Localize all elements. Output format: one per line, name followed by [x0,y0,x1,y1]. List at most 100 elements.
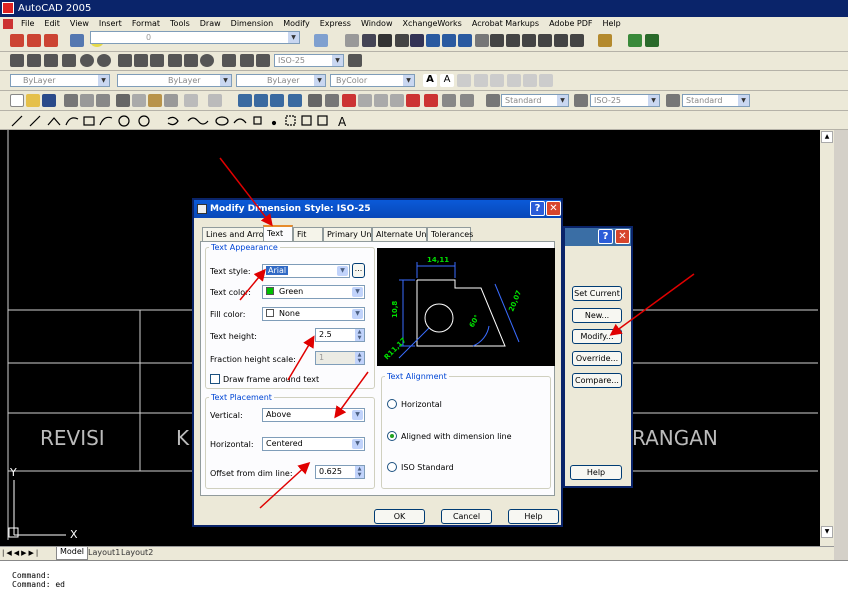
dimstyle-combo[interactable]: ISO-25 ▼ [274,54,344,67]
offset-spinner[interactable]: 0.625 ▲ ▼ [315,465,365,479]
dim-style-combo[interactable]: ISO-25 ▼ [590,94,660,107]
text-height-spinner[interactable]: 2.5 ▲ ▼ [315,328,365,342]
single-line-text-icon[interactable]: A [440,74,454,87]
dim-style-icon[interactable] [574,94,588,107]
menu-adobe-pdf[interactable]: Adobe PDF [544,17,597,31]
menu-xchangeworks[interactable]: XchangeWorks [398,17,467,31]
leader-icon[interactable] [168,54,182,67]
zoom-previous-icon[interactable] [288,94,302,107]
vertical-scrollbar[interactable]: ▲ ▼ [820,130,834,546]
menu-help[interactable]: Help [598,17,626,31]
tab-alternate-units[interactable]: Alternate Units [372,227,436,241]
scale-text-icon[interactable] [507,74,521,87]
edit-text-icon[interactable] [457,74,471,87]
text-style-combo[interactable]: Standard ▼ [501,94,569,107]
aligned-dim-icon[interactable] [27,54,41,67]
tab-tolerances[interactable]: Tolerances [427,227,473,241]
properties-icon[interactable] [308,94,322,107]
tab-lines-and-arrows[interactable]: Lines and Arrows [202,227,274,241]
text-color-select[interactable]: Green ▼ [262,285,365,299]
align-with-dim-line-radio[interactable] [387,431,397,441]
pdf-icon[interactable] [44,34,58,47]
table-style-combo[interactable]: Standard ▼ [682,94,750,107]
help-icon[interactable] [406,94,420,107]
layer-tools-icon[interactable] [460,94,474,107]
block-icon[interactable] [395,34,409,47]
fillet-icon[interactable] [554,34,568,47]
draw-frame-checkbox[interactable] [210,374,220,384]
stretch-icon[interactable] [475,34,489,47]
save-icon[interactable] [42,94,56,107]
convert-distance-icon[interactable] [539,74,553,87]
autocad-web-icon[interactable] [424,94,438,107]
hatch-icon[interactable] [378,34,392,47]
express-icon[interactable] [442,94,456,107]
trim-icon[interactable] [490,34,504,47]
menu-dimension[interactable]: Dimension [226,17,279,31]
menu-format[interactable]: Format [127,17,165,31]
print-preview-icon[interactable] [80,94,94,107]
linetype-combo[interactable]: ByLayer ▼ [117,74,232,87]
align-iso-standard-radio[interactable] [387,462,397,472]
diameter-dim-icon[interactable] [97,54,111,67]
compare-styles-button[interactable]: Compare... [572,373,622,388]
close-caption-button[interactable]: ✕ [615,229,630,244]
magic-wand-icon[interactable] [598,34,612,47]
undo-icon[interactable] [184,94,198,107]
pan-icon[interactable] [238,94,252,107]
menu-express[interactable]: Express [315,17,356,31]
tab-model[interactable]: Model [56,547,89,560]
tab-fit[interactable]: Fit [293,227,323,241]
help-button[interactable]: Help [508,509,559,524]
zoom-realtime-icon[interactable] [254,94,268,107]
tab-primary-units[interactable]: Primary Units [323,227,381,241]
print-icon[interactable] [64,94,78,107]
find-text-icon[interactable] [474,74,488,87]
explode-icon[interactable] [570,34,584,47]
layer-manager-icon[interactable] [70,34,84,47]
quick-dim-icon[interactable] [150,54,164,67]
arc-length-icon[interactable] [44,54,58,67]
ordinate-dim-icon[interactable] [62,54,76,67]
publish-icon[interactable] [96,94,110,107]
pdf-icon[interactable] [10,34,24,47]
pencil-icon[interactable] [345,34,359,47]
dim-edit-icon[interactable] [222,54,236,67]
modify-style-button[interactable]: Modify... [572,329,622,344]
move-icon[interactable] [426,34,440,47]
document-icon[interactable] [3,19,13,29]
tab-navigation-arrows[interactable]: |◀◀▶▶| [2,549,40,557]
zoom-window-icon[interactable] [270,94,284,107]
radius-dim-icon[interactable] [80,54,94,67]
multiline-text-icon[interactable]: A [423,74,437,87]
fraction-height-spinner[interactable]: 1 ▲ ▼ [315,351,365,365]
dim-update-icon[interactable] [256,54,270,67]
set-current-button[interactable]: Set Current [572,286,622,301]
dim-style-icon[interactable] [348,54,362,67]
justify-text-icon[interactable] [523,74,537,87]
rotate-icon[interactable] [442,34,456,47]
menu-window[interactable]: Window [356,17,398,31]
cancel-button[interactable]: Cancel [441,509,492,524]
align-horizontal-radio[interactable] [387,399,397,409]
text-style-browse-button[interactable]: ... [352,263,365,278]
text-style-icon[interactable] [486,94,500,107]
chamfer-icon[interactable] [538,34,552,47]
scale-icon[interactable] [458,34,472,47]
extend-icon[interactable] [506,34,520,47]
sheet-set-icon[interactable] [358,94,372,107]
vertical-select[interactable]: Above ▼ [262,408,365,422]
text-style-icon[interactable] [490,74,504,87]
match-properties-icon[interactable] [362,34,376,47]
horizontal-select[interactable]: Centered ▼ [262,437,365,451]
menu-tools[interactable]: Tools [165,17,195,31]
make-current-layer-icon[interactable] [314,34,328,47]
baseline-dim-icon[interactable] [118,54,132,67]
save-icon[interactable] [645,34,659,47]
close-caption-button[interactable]: ✕ [546,201,561,216]
menu-edit[interactable]: Edit [39,17,65,31]
autocad-app-icon[interactable] [2,2,14,14]
layer-color-combo[interactable]: ByLayer ▼ [10,74,110,87]
manager-help-button[interactable]: Help [570,465,622,480]
match-properties-icon[interactable] [164,94,178,107]
